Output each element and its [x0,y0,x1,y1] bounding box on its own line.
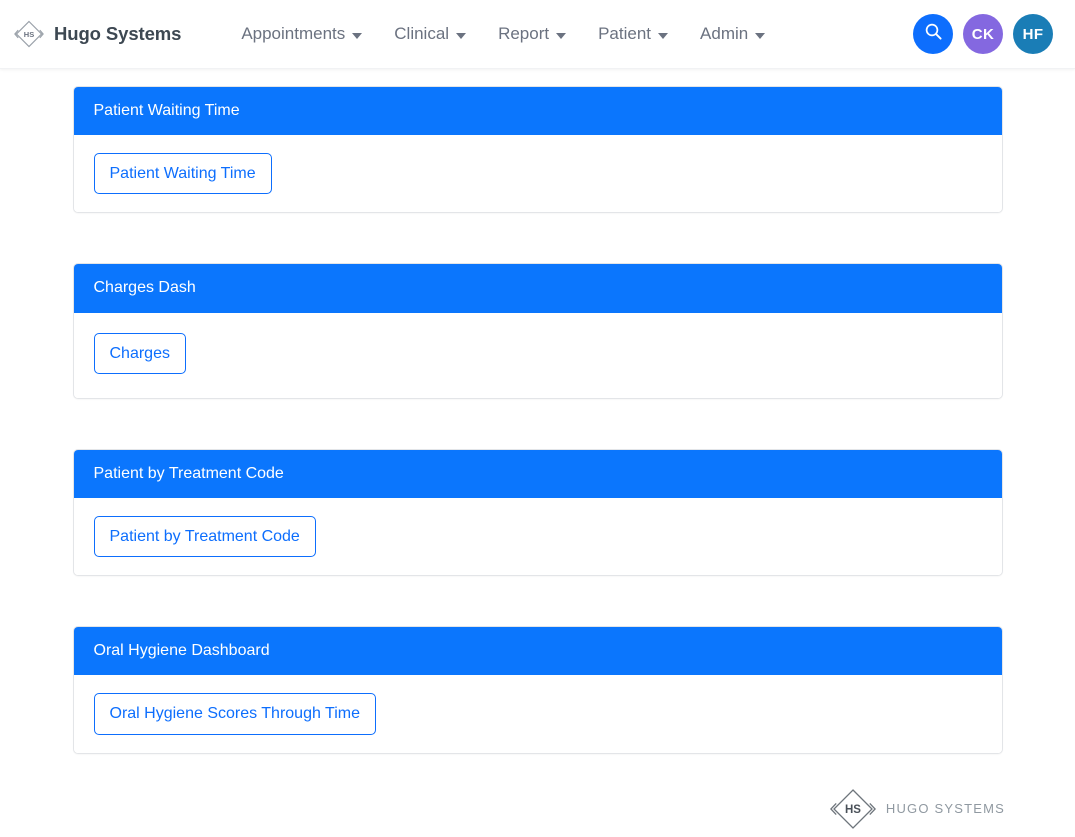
footer-logo: HS HUGO SYSTEMS [830,786,1005,832]
report-button-patient-by-treatment-code[interactable]: Patient by Treatment Code [94,516,316,557]
nav-item-report[interactable]: Report [482,16,582,52]
card-title: Oral Hygiene Dashboard [74,627,1002,675]
nav-item-admin[interactable]: Admin [684,16,781,52]
nav-item-patient[interactable]: Patient [582,16,684,52]
search-icon [924,22,943,46]
card-body: Charges [74,313,1002,398]
top-navbar: HS Hugo Systems Appointments Clinical Re… [0,0,1075,69]
dashboard-card-patient-waiting-time: Patient Waiting Time Patient Waiting Tim… [73,86,1003,213]
avatar-hf[interactable]: HF [1013,14,1053,54]
nav-item-label: Report [498,24,549,44]
navbar-actions: CK HF [913,14,1053,54]
dashboard-list: Patient Waiting Time Patient Waiting Tim… [0,69,1075,754]
chevron-down-icon [658,33,668,39]
nav-item-label: Clinical [394,24,449,44]
avatar-initials: CK [972,26,994,43]
report-button-oral-hygiene-scores-through-time[interactable]: Oral Hygiene Scores Through Time [94,693,376,734]
nav-links: Appointments Clinical Report Patient Adm… [225,16,781,52]
avatar-initials: HF [1023,26,1044,43]
dashboard-card-patient-by-treatment-code: Patient by Treatment Code Patient by Tre… [73,449,1003,576]
card-title: Patient by Treatment Code [74,450,1002,498]
card-title: Patient Waiting Time [74,87,1002,135]
report-button-patient-waiting-time[interactable]: Patient Waiting Time [94,153,272,194]
svg-text:HS: HS [24,30,34,39]
nav-item-clinical[interactable]: Clinical [378,16,482,52]
card-body: Oral Hygiene Scores Through Time [74,675,1002,752]
report-button-charges[interactable]: Charges [94,333,186,374]
card-body: Patient by Treatment Code [74,498,1002,575]
svg-text:HS: HS [845,804,861,816]
dashboard-card-oral-hygiene-dashboard: Oral Hygiene Dashboard Oral Hygiene Scor… [73,626,1003,753]
chevron-down-icon [352,33,362,39]
dashboard-card-charges-dash: Charges Dash Charges [73,263,1003,398]
hugo-systems-diamond-icon: HS [14,19,44,49]
nav-item-appointments[interactable]: Appointments [225,16,378,52]
card-title: Charges Dash [74,264,1002,312]
nav-item-label: Appointments [241,24,345,44]
card-body: Patient Waiting Time [74,135,1002,212]
footer-brand-text: HUGO SYSTEMS [886,801,1005,816]
nav-item-label: Patient [598,24,651,44]
avatar-ck[interactable]: CK [963,14,1003,54]
brand-name: Hugo Systems [54,23,181,45]
search-button[interactable] [913,14,953,54]
brand-logo-link[interactable]: HS Hugo Systems [14,19,181,49]
hugo-systems-diamond-icon: HS [830,786,876,832]
chevron-down-icon [556,33,566,39]
nav-item-label: Admin [700,24,748,44]
page-footer: HS HUGO SYSTEMS [0,786,1075,832]
chevron-down-icon [755,33,765,39]
chevron-down-icon [456,33,466,39]
